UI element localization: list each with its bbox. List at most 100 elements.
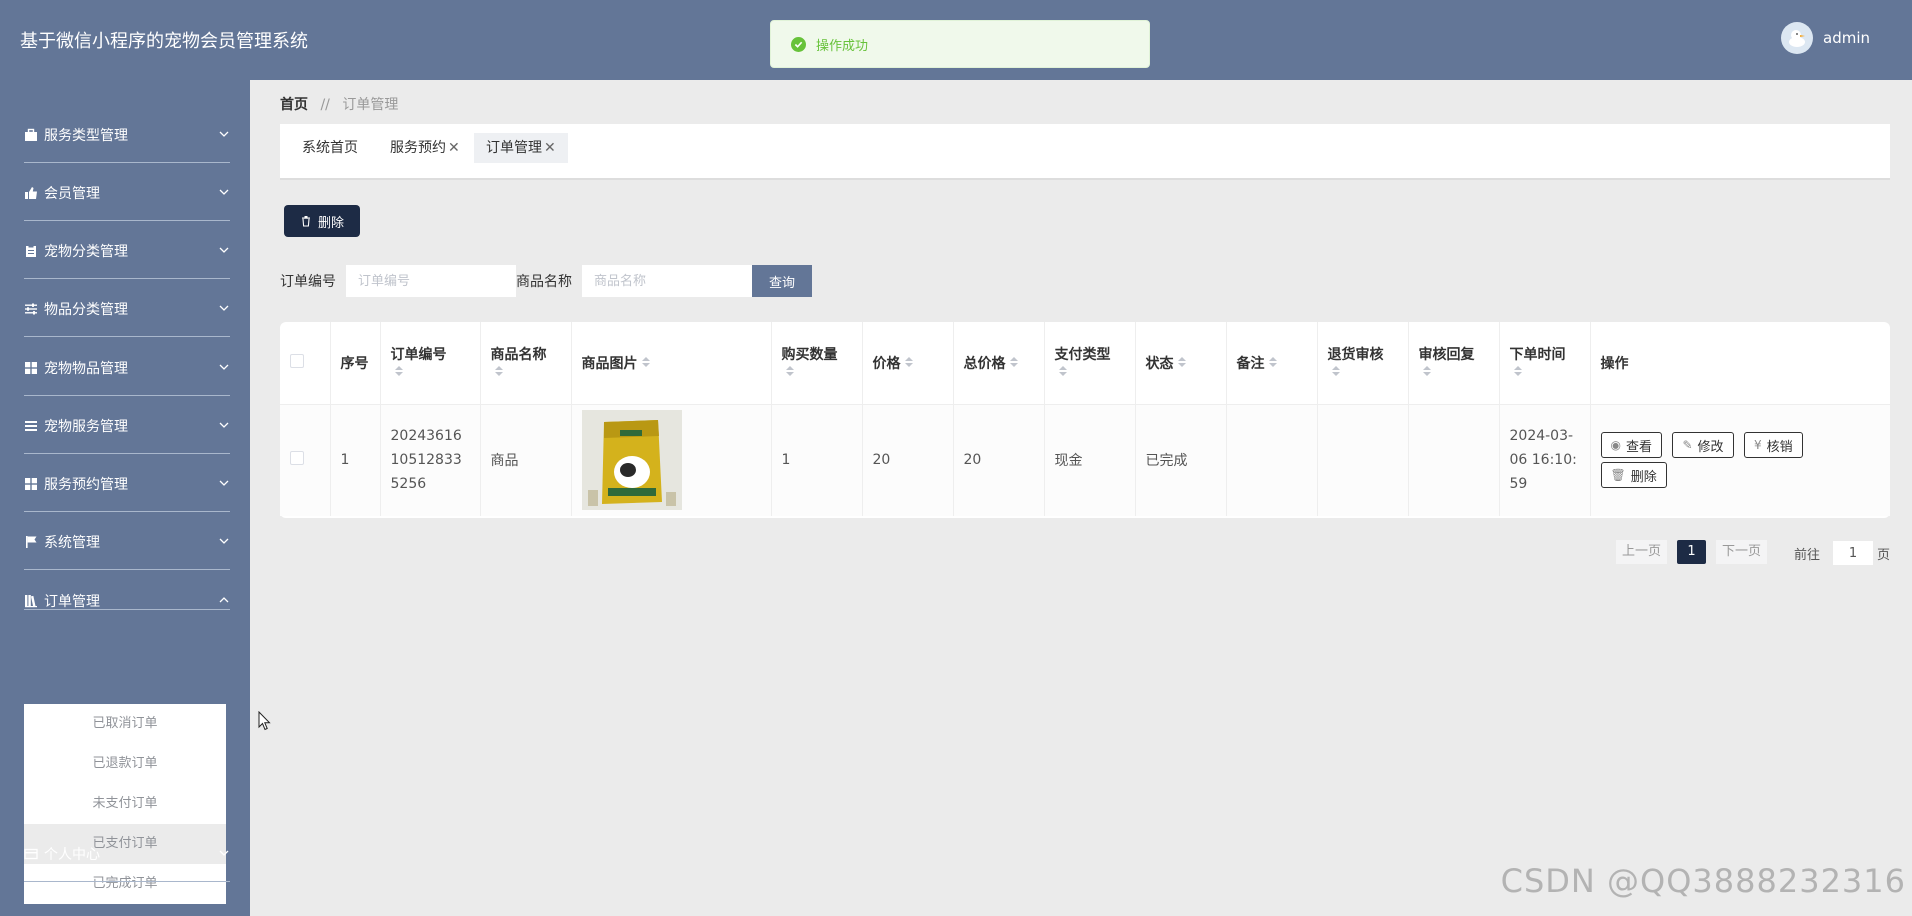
- user-menu[interactable]: admin: [1781, 22, 1870, 54]
- sidebar-divider: [24, 453, 230, 454]
- thumbs-up-icon: [24, 186, 38, 200]
- avatar[interactable]: [1781, 22, 1813, 54]
- sidebar-item-label: 订单管理: [44, 594, 100, 610]
- breadcrumb-current: 订单管理: [342, 97, 399, 113]
- sort-icon[interactable]: [904, 356, 913, 372]
- product-name-input[interactable]: [582, 265, 752, 297]
- breadcrumb-home[interactable]: 首页: [280, 97, 308, 113]
- sort-icon[interactable]: [1422, 365, 1431, 381]
- column-header[interactable]: 退货审核: [1317, 322, 1409, 405]
- next-page-button[interactable]: 下一页: [1716, 540, 1768, 564]
- sidebar-item-label: 会员管理: [44, 186, 100, 202]
- sort-icon[interactable]: [1268, 356, 1277, 372]
- sidebar-item-label: 服务预约管理: [44, 477, 128, 493]
- row-select-cell[interactable]: [280, 404, 331, 516]
- sidebar: 服务类型管理 会员管理 宠物分类管理 物品分类管理 宠物物品管理 宠物服务管理 …: [0, 80, 250, 916]
- submenu-item-cancelled-orders[interactable]: 已取消订单: [24, 704, 226, 744]
- product-image[interactable]: [581, 410, 682, 511]
- sidebar-item-orders[interactable]: 订单管理: [24, 584, 230, 618]
- column-header[interactable]: 订单编号: [380, 322, 481, 405]
- row-delete-button[interactable]: 🗑 删除: [1600, 462, 1667, 489]
- cell-total: 20: [953, 404, 1045, 516]
- sidebar-item-pet-services[interactable]: 宠物服务管理: [24, 409, 230, 443]
- sidebar-item-label: 宠物分类管理: [44, 244, 128, 260]
- watermark: CSDN @QQ3888232316: [1500, 862, 1906, 900]
- cell-status: 已完成: [1135, 404, 1227, 516]
- chevron-down-icon: [219, 189, 229, 195]
- sidebar-item-label: 服务类型管理: [44, 128, 128, 144]
- verify-button[interactable]: ¥ 核销: [1743, 432, 1803, 459]
- sidebar-item-members[interactable]: 会员管理: [24, 176, 230, 210]
- sidebar-item-profile[interactable]: 个人中心: [24, 837, 230, 871]
- cell-index: 1: [330, 404, 381, 516]
- sidebar-item-label: 宠物服务管理: [44, 419, 128, 435]
- cell-quantity: 1: [771, 404, 863, 516]
- query-button[interactable]: 查询: [752, 265, 812, 297]
- order-no-input[interactable]: [346, 265, 516, 297]
- page-unit-label: 页: [1877, 548, 1891, 563]
- sort-icon[interactable]: [641, 356, 650, 372]
- cell-actions: ◉ 查看 ✎ 修改 ¥ 核销 🗑 删除: [1590, 404, 1890, 516]
- row-checkbox[interactable]: [290, 451, 304, 466]
- submenu-item-refunded-orders[interactable]: 已退款订单: [24, 744, 226, 784]
- sort-icon[interactable]: [785, 365, 794, 381]
- sidebar-item-pet-categories[interactable]: 宠物分类管理: [24, 234, 230, 268]
- column-header[interactable]: 状态: [1135, 322, 1227, 405]
- current-page[interactable]: 1: [1677, 540, 1706, 564]
- tab-order-management[interactable]: 订单管理 ✕: [474, 133, 568, 163]
- sidebar-item-system[interactable]: 系统管理: [24, 525, 230, 559]
- briefcase-icon: [24, 128, 38, 142]
- view-button[interactable]: ◉ 查看: [1600, 432, 1662, 459]
- table-header-row: 序号 订单编号 商品名称 商品图片 购买数量 价格 总价格 支付类型 状态 备注…: [280, 322, 1890, 405]
- sidebar-item-label: 系统管理: [44, 535, 100, 551]
- tab-home[interactable]: 系统首页: [290, 133, 370, 163]
- user-name[interactable]: admin: [1823, 29, 1870, 47]
- card-icon: [24, 847, 38, 861]
- prev-page-button[interactable]: 上一页: [1616, 540, 1668, 564]
- sidebar-item-service-types[interactable]: 服务类型管理: [24, 118, 230, 152]
- column-header[interactable]: 支付类型: [1044, 322, 1136, 405]
- flag-icon: [24, 535, 38, 549]
- cell-product-image: [571, 404, 772, 516]
- close-icon[interactable]: ✕: [544, 140, 556, 156]
- search-row: 订单编号 商品名称 查询: [280, 265, 812, 297]
- sidebar-item-item-categories[interactable]: 物品分类管理: [24, 292, 230, 326]
- library-icon: [24, 594, 38, 608]
- sort-icon[interactable]: [394, 365, 403, 381]
- column-header[interactable]: 商品名称: [480, 322, 572, 405]
- sort-icon[interactable]: [1331, 365, 1340, 381]
- column-header[interactable]: 审核回复: [1408, 322, 1500, 405]
- tab-label: 系统首页: [302, 140, 358, 156]
- chevron-down-icon: [219, 538, 229, 544]
- tab-label: 服务预约: [390, 140, 446, 156]
- system-title: 基于微信小程序的宠物会员管理系统: [20, 31, 308, 52]
- close-icon[interactable]: ✕: [448, 140, 460, 156]
- column-header[interactable]: 总价格: [953, 322, 1045, 405]
- clipboard-icon: [24, 244, 38, 258]
- column-header[interactable]: 商品图片: [571, 322, 772, 405]
- sidebar-item-pet-items[interactable]: 宠物物品管理: [24, 351, 230, 385]
- edit-button[interactable]: ✎ 修改: [1672, 432, 1734, 459]
- sort-icon[interactable]: [1058, 365, 1067, 381]
- select-all-cell[interactable]: [280, 322, 331, 405]
- edit-icon: ✎: [1682, 438, 1693, 453]
- sidebar-divider: [24, 278, 230, 279]
- sort-icon[interactable]: [1513, 365, 1522, 381]
- delete-button[interactable]: 删除: [284, 205, 360, 237]
- column-header[interactable]: 价格: [862, 322, 954, 405]
- column-header[interactable]: 下单时间: [1499, 322, 1591, 405]
- select-all-checkbox[interactable]: [290, 353, 304, 368]
- sort-icon[interactable]: [1009, 356, 1018, 372]
- goto-page-input[interactable]: [1833, 541, 1873, 565]
- tab-service-appointments[interactable]: 服务预约 ✕: [378, 133, 472, 163]
- column-header[interactable]: 购买数量: [771, 322, 863, 405]
- column-header: 操作: [1590, 322, 1890, 405]
- sidebar-divider: [24, 569, 230, 570]
- column-header[interactable]: 备注: [1226, 322, 1318, 405]
- sidebar-item-appointments[interactable]: 服务预约管理: [24, 467, 230, 501]
- sort-icon[interactable]: [1177, 356, 1186, 372]
- goto-label: 前往: [1794, 548, 1821, 563]
- sort-icon[interactable]: [494, 365, 503, 381]
- cell-order-no: 20243616105128335256: [380, 404, 481, 516]
- submenu-item-unpaid-orders[interactable]: 未支付订单: [24, 784, 226, 824]
